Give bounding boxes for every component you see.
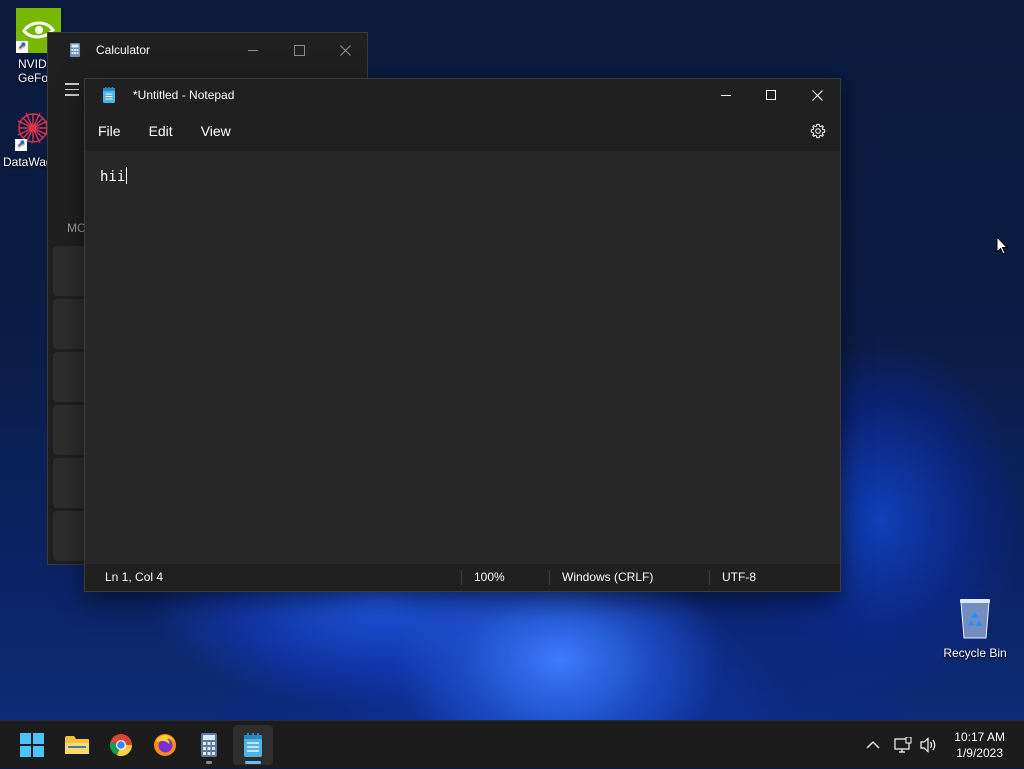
file-explorer-icon bbox=[65, 736, 89, 754]
notepad-text-area[interactable]: hii bbox=[85, 151, 840, 565]
status-line-ending: Windows (CRLF) bbox=[562, 570, 654, 584]
status-zoom: 100% bbox=[474, 570, 505, 584]
network-icon[interactable] bbox=[894, 737, 912, 753]
menu-file[interactable]: File bbox=[85, 111, 135, 151]
notepad-title: *Untitled - Notepad bbox=[133, 88, 235, 102]
active-indicator bbox=[245, 761, 261, 764]
status-divider bbox=[709, 570, 710, 585]
taskbar-firefox[interactable] bbox=[145, 725, 185, 765]
calculator-title: Calculator bbox=[96, 43, 151, 57]
desktop[interactable]: ↗ NVIDI GeFor ↗ DataWag Recycle Bin Calc… bbox=[0, 0, 1024, 720]
taskbar-file-explorer[interactable] bbox=[57, 725, 97, 765]
notepad-maximize-button[interactable] bbox=[748, 79, 794, 111]
notepad-app-icon bbox=[103, 87, 115, 103]
chrome-icon bbox=[110, 734, 133, 757]
taskbar-clock[interactable]: 10:17 AM 1/9/2023 bbox=[954, 729, 1005, 761]
clock-date: 1/9/2023 bbox=[956, 746, 1003, 760]
firefox-icon bbox=[154, 734, 176, 756]
taskbar-chrome[interactable] bbox=[101, 725, 141, 765]
status-encoding: UTF-8 bbox=[722, 570, 756, 584]
status-divider bbox=[549, 570, 550, 585]
chevron-up-icon[interactable] bbox=[866, 740, 880, 750]
clock-time: 10:17 AM bbox=[954, 730, 1005, 744]
menu-edit[interactable]: Edit bbox=[135, 111, 187, 151]
calculator-minimize-button[interactable] bbox=[230, 33, 276, 67]
mouse-cursor-icon bbox=[996, 236, 1008, 255]
menu-view[interactable]: View bbox=[187, 111, 245, 151]
taskbar-calculator[interactable] bbox=[189, 725, 229, 765]
notepad-menubar: File Edit View bbox=[85, 111, 840, 151]
close-icon bbox=[811, 89, 823, 101]
maximize-icon bbox=[293, 44, 305, 56]
calculator-close-button[interactable] bbox=[322, 33, 368, 67]
close-icon bbox=[339, 44, 351, 56]
desktop-icon-recycle-bin[interactable]: Recycle Bin bbox=[940, 596, 1010, 660]
calculator-icon bbox=[201, 733, 217, 757]
minimize-icon bbox=[721, 94, 731, 96]
maximize-icon bbox=[766, 90, 776, 100]
text-caret bbox=[126, 167, 128, 184]
notepad-window[interactable]: *Untitled - Notepad File Edit View hii L… bbox=[84, 78, 841, 592]
status-cursor-position: Ln 1, Col 4 bbox=[105, 570, 164, 584]
notepad-status-bar: Ln 1, Col 4 100% Windows (CRLF) UTF-8 bbox=[85, 564, 840, 591]
recycle-bin-icon bbox=[955, 596, 995, 640]
status-divider bbox=[461, 570, 462, 585]
windows-start-icon bbox=[20, 733, 44, 757]
running-indicator bbox=[206, 761, 212, 764]
minimize-icon bbox=[248, 49, 258, 51]
notepad-titlebar[interactable]: *Untitled - Notepad bbox=[85, 79, 840, 111]
notepad-minimize-button[interactable] bbox=[703, 79, 749, 111]
settings-gear-icon[interactable] bbox=[810, 123, 826, 139]
memory-clear-button[interactable]: MC bbox=[67, 221, 86, 235]
document-text: hii bbox=[100, 169, 126, 185]
hamburger-menu-icon[interactable] bbox=[65, 83, 79, 100]
shortcut-arrow-icon: ↗ bbox=[16, 41, 28, 53]
notepad-icon bbox=[244, 733, 262, 757]
shortcut-arrow-icon: ↗ bbox=[15, 139, 27, 151]
volume-icon[interactable] bbox=[920, 737, 938, 753]
calculator-maximize-button[interactable] bbox=[276, 33, 322, 67]
notepad-close-button[interactable] bbox=[794, 79, 840, 111]
system-tray bbox=[866, 721, 938, 769]
taskbar-notepad[interactable] bbox=[233, 725, 273, 765]
calculator-app-icon bbox=[70, 43, 80, 57]
start-button[interactable] bbox=[12, 725, 52, 765]
desktop-icon-label: Recycle Bin bbox=[943, 646, 1007, 660]
taskbar: 10:17 AM 1/9/2023 bbox=[0, 720, 1024, 768]
